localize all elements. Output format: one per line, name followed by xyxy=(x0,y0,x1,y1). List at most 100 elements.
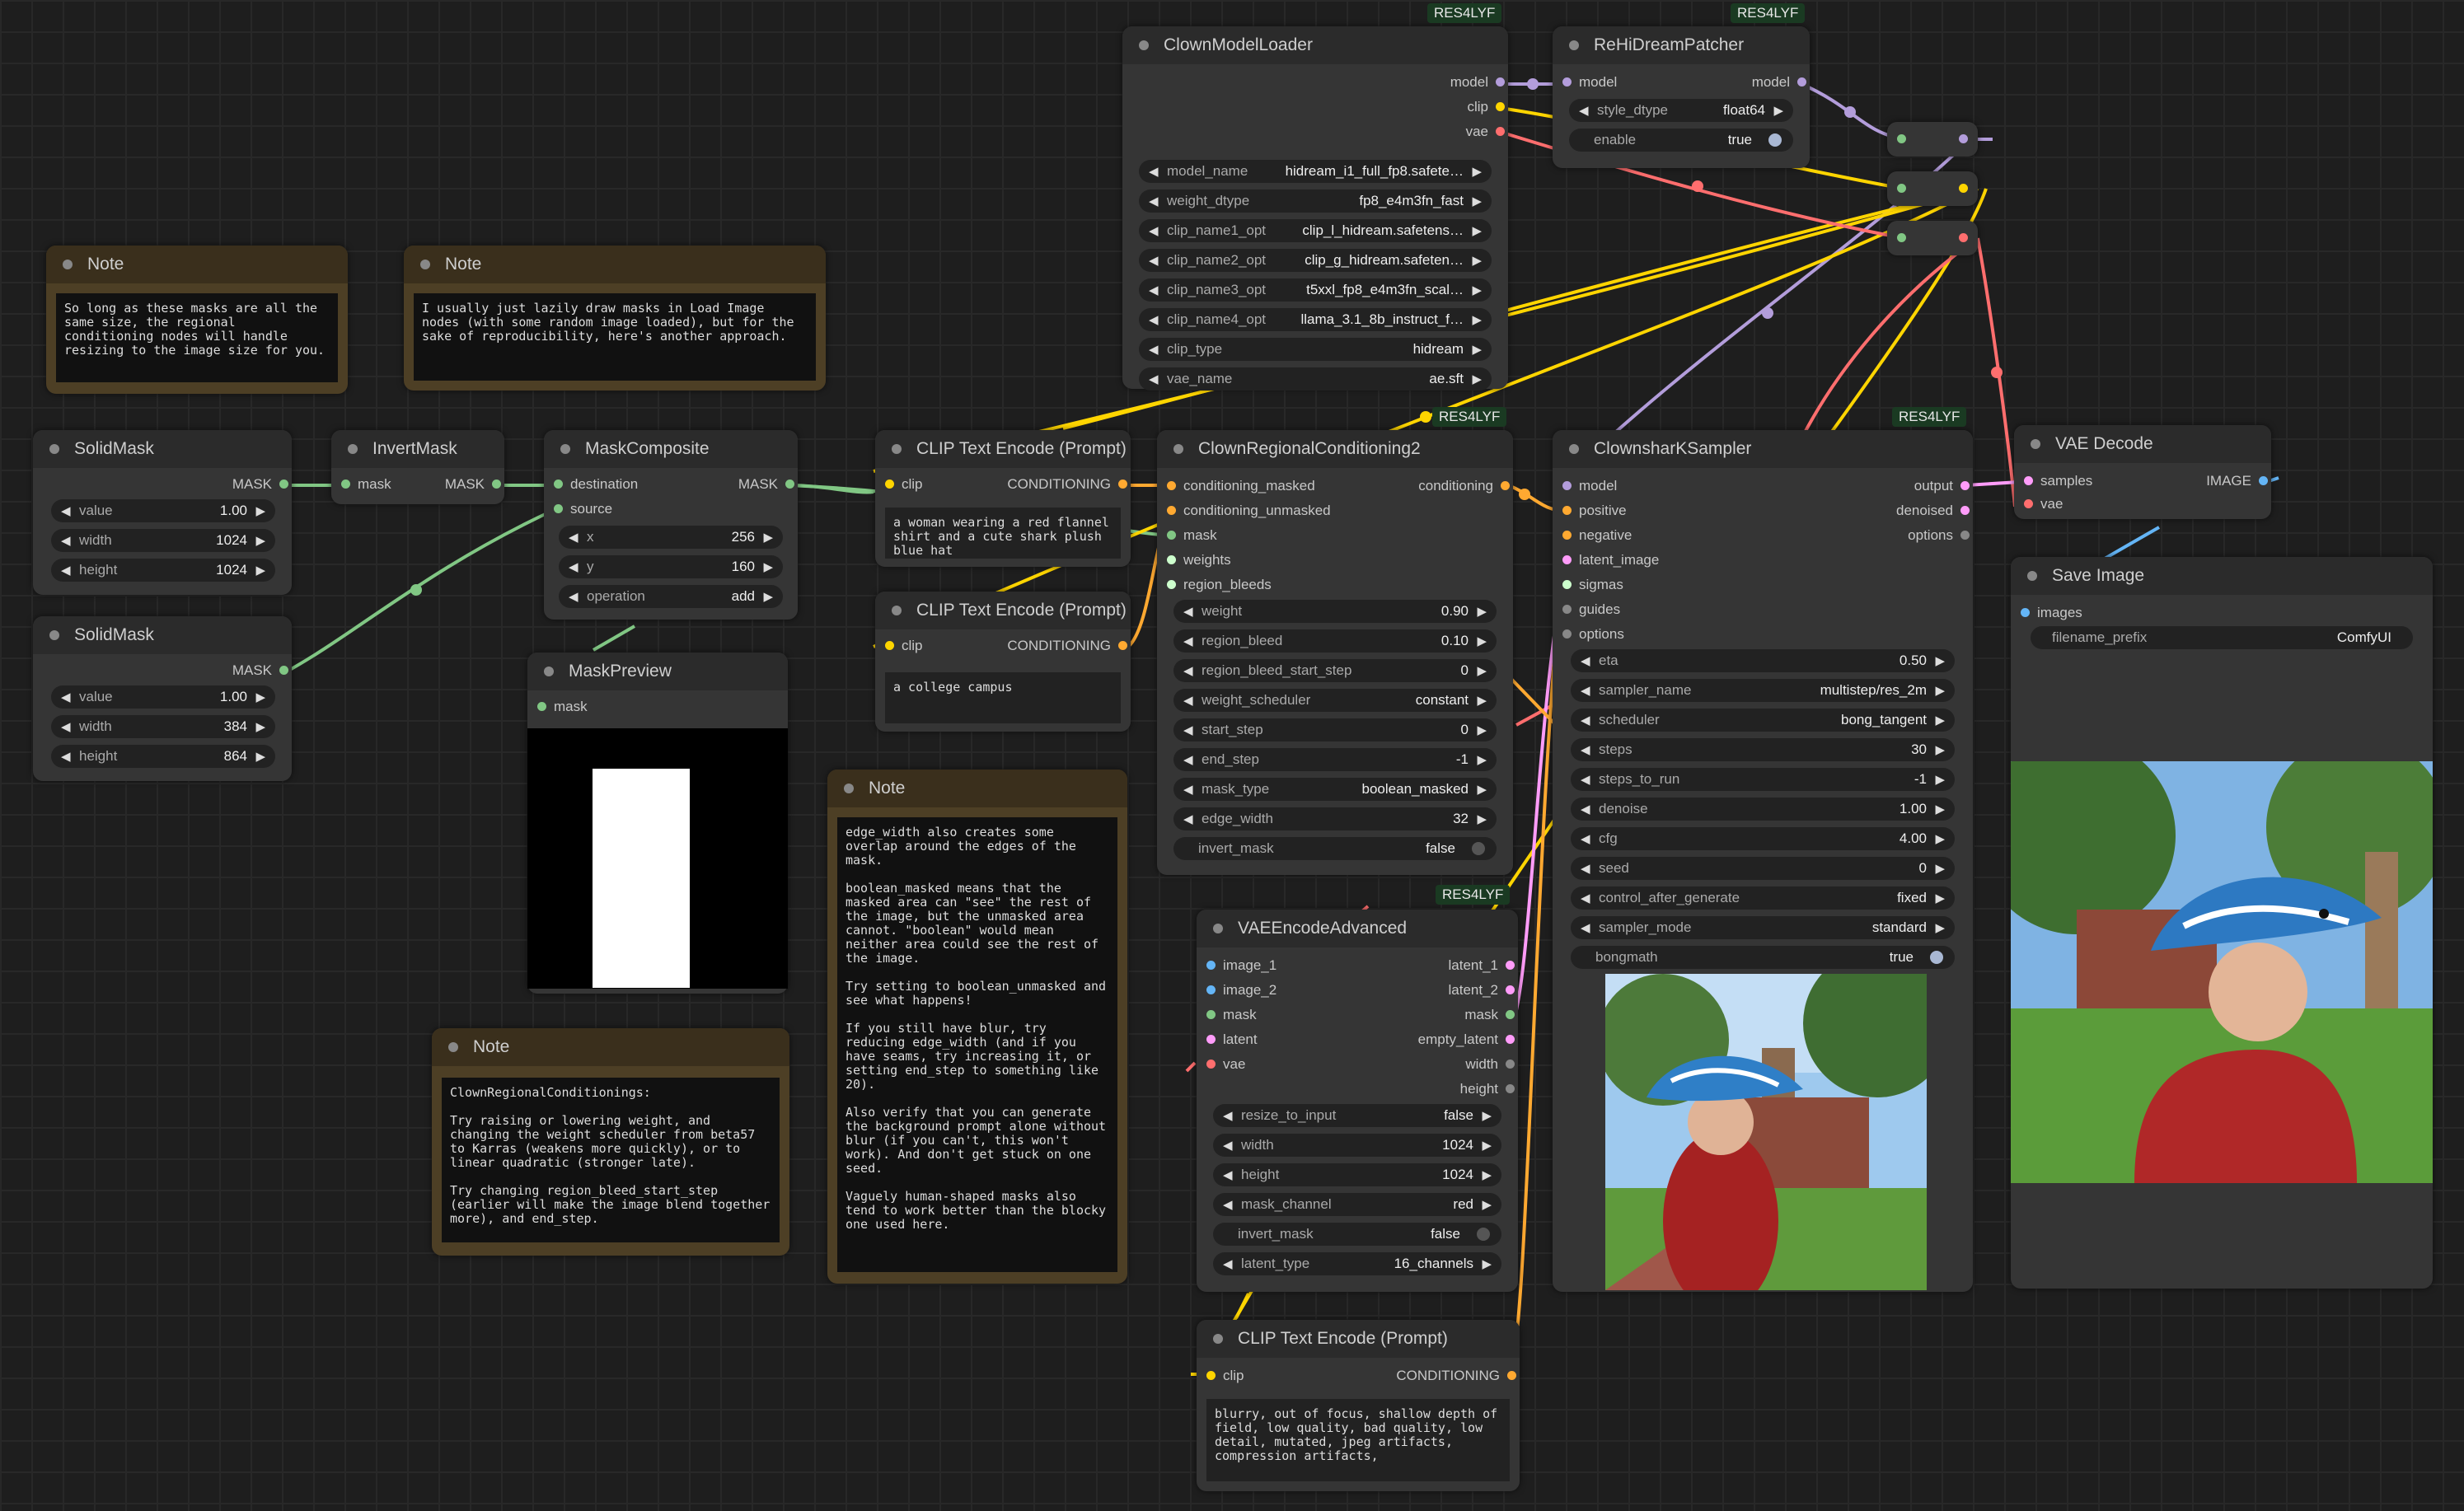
note-node-masks-size[interactable]: Note So long as these masks are all the … xyxy=(46,246,348,394)
cfg-widget[interactable]: cfg 4.00 xyxy=(1571,827,1955,850)
output-conditioning[interactable]: CONDITIONING xyxy=(1007,636,1131,656)
edge-width-widget[interactable]: edge_width 32 xyxy=(1173,807,1497,830)
input-dot[interactable] xyxy=(1206,985,1216,994)
reroute-clip[interactable] xyxy=(1887,171,1978,206)
input-samples[interactable]: samples xyxy=(2021,471,2092,491)
input-conditioning-masked[interactable]: conditioning_masked xyxy=(1164,476,1315,496)
node-title[interactable]: ClownRegionalConditioning2 xyxy=(1157,430,1513,468)
node-title[interactable]: InvertMask xyxy=(331,430,504,468)
note-text[interactable]: edge_width also creates some overlap aro… xyxy=(837,817,1117,1272)
input-dot[interactable] xyxy=(537,702,546,711)
input-dot[interactable] xyxy=(341,479,350,489)
toggle-knob[interactable] xyxy=(1930,951,1943,964)
output-dot[interactable] xyxy=(492,479,501,489)
input-positive[interactable]: positive xyxy=(1559,501,1627,521)
start-step-widget[interactable]: start_step 0 xyxy=(1173,718,1497,741)
input-dot[interactable] xyxy=(1167,580,1176,589)
input-dot[interactable] xyxy=(1167,531,1176,540)
output-dot[interactable] xyxy=(1960,531,1970,540)
output-dot[interactable] xyxy=(785,479,794,489)
input-model[interactable]: model xyxy=(1559,476,1617,496)
output-dot[interactable] xyxy=(1507,1371,1516,1380)
toggle-knob[interactable] xyxy=(1472,842,1485,855)
output-model[interactable]: model xyxy=(1752,73,1810,92)
control-after-generate-widget[interactable]: control_after_generate fixed xyxy=(1571,886,1955,910)
input-dot[interactable] xyxy=(2024,499,2033,508)
note-node-draw-masks[interactable]: Note I usually just lazily draw masks in… xyxy=(404,246,826,391)
seed-widget[interactable]: seed 0 xyxy=(1571,857,1955,880)
input-dot[interactable] xyxy=(1562,605,1572,614)
output-options[interactable]: options xyxy=(1908,526,1973,545)
reroute-input[interactable] xyxy=(1897,233,1906,242)
steps-to-run-widget[interactable]: steps_to_run -1 xyxy=(1571,768,1955,791)
reroute-model[interactable] xyxy=(1887,122,1978,157)
vae-encode-advanced-node[interactable]: VAEEncodeAdvanced image_1 image_2 mask l… xyxy=(1197,910,1518,1292)
input-vae[interactable]: vae xyxy=(2021,494,2063,514)
input-dot[interactable] xyxy=(1206,1035,1216,1044)
region-bleed-start-step-widget[interactable]: region_bleed_start_step 0 xyxy=(1173,659,1497,682)
clownshark-sampler-node[interactable]: ClownsharKSampler model positive negativ… xyxy=(1553,430,1973,1292)
node-title[interactable]: Note xyxy=(404,246,826,283)
node-title[interactable]: Save Image xyxy=(2011,557,2433,595)
note-node-regional-tips[interactable]: Note ClownRegionalConditionings: Try rai… xyxy=(432,1028,789,1256)
input-dot[interactable] xyxy=(1562,506,1572,515)
output-latent-1[interactable]: latent_1 xyxy=(1449,956,1519,975)
node-title[interactable]: MaskComposite xyxy=(544,430,798,468)
maskcomposite-node[interactable]: MaskComposite destination source MASK x 2… xyxy=(544,430,798,620)
mask-channel-widget[interactable]: mask_channel red xyxy=(1213,1193,1501,1216)
input-dot[interactable] xyxy=(1562,580,1572,589)
output-conditioning[interactable]: CONDITIONING xyxy=(1396,1366,1520,1386)
input-sigmas[interactable]: sigmas xyxy=(1559,575,1623,595)
input-dot[interactable] xyxy=(1206,961,1216,970)
input-model[interactable]: model xyxy=(1559,73,1617,92)
reroute-output[interactable] xyxy=(1959,134,1968,143)
output-vae[interactable]: vae xyxy=(1466,122,1508,142)
output-denoised[interactable]: denoised xyxy=(1896,501,1973,521)
invert-mask-toggle[interactable]: invert_mask false xyxy=(1173,837,1497,860)
node-title[interactable]: CLIP Text Encode (Prompt) xyxy=(1197,1320,1520,1358)
scheduler-widget[interactable]: scheduler bong_tangent xyxy=(1571,709,1955,732)
input-dot[interactable] xyxy=(1167,481,1176,490)
model-name-widget[interactable]: model_name hidream_i1_full_fp8.safete… xyxy=(1139,160,1492,183)
output-mask[interactable]: mask xyxy=(1464,1005,1518,1025)
clip-text-encode-node-3[interactable]: CLIP Text Encode (Prompt) clip CONDITION… xyxy=(1197,1320,1520,1491)
input-dot[interactable] xyxy=(554,504,563,513)
output-dot[interactable] xyxy=(1118,479,1127,489)
note-node-edge-width[interactable]: Note edge_width also creates some overla… xyxy=(827,770,1127,1284)
input-latent-image[interactable]: latent_image xyxy=(1559,550,1659,570)
output-image[interactable]: IMAGE xyxy=(2206,471,2271,491)
output-dot[interactable] xyxy=(2259,476,2268,485)
enable-toggle[interactable]: enable true xyxy=(1569,129,1793,152)
input-mask[interactable]: mask xyxy=(1164,526,1217,545)
input-dot[interactable] xyxy=(2021,608,2030,617)
input-clip[interactable]: clip xyxy=(1203,1366,1244,1386)
width-widget[interactable]: width 1024 xyxy=(1213,1134,1501,1157)
reroute-output[interactable] xyxy=(1959,184,1968,193)
height-widget[interactable]: height 1024 xyxy=(51,559,275,582)
node-title[interactable]: MaskPreview xyxy=(527,653,788,690)
latent-type-widget[interactable]: latent_type 16_channels xyxy=(1213,1252,1501,1275)
input-mask[interactable]: mask xyxy=(1203,1005,1257,1025)
output-height[interactable]: height xyxy=(1460,1079,1518,1099)
output-dot[interactable] xyxy=(1506,1010,1515,1019)
width-widget[interactable]: width 384 xyxy=(51,715,275,738)
value-widget[interactable]: value 1.00 xyxy=(51,499,275,522)
input-destination[interactable]: destination xyxy=(550,475,638,494)
invert-mask-toggle[interactable]: invert_mask false xyxy=(1213,1223,1501,1246)
maskpreview-node[interactable]: MaskPreview mask xyxy=(527,653,788,994)
weight-widget[interactable]: weight 0.90 xyxy=(1173,600,1497,623)
output-output[interactable]: output xyxy=(1914,476,1973,496)
output-conditioning[interactable]: CONDITIONING xyxy=(1007,475,1131,494)
note-text[interactable]: I usually just lazily draw masks in Load… xyxy=(414,293,816,381)
node-title[interactable]: ClownsharKSampler xyxy=(1553,430,1973,468)
clip-name2-widget[interactable]: clip_name2_opt clip_g_hidream.safeten… xyxy=(1139,249,1492,272)
steps-widget[interactable]: steps 30 xyxy=(1571,738,1955,761)
region-bleed-widget[interactable]: region_bleed 0.10 xyxy=(1173,629,1497,653)
height-widget[interactable]: height 864 xyxy=(51,745,275,768)
denoise-widget[interactable]: denoise 1.00 xyxy=(1571,798,1955,821)
toggle-knob[interactable] xyxy=(1477,1228,1490,1241)
resize-to-input-widget[interactable]: resize_to_input false xyxy=(1213,1104,1501,1127)
input-image-1[interactable]: image_1 xyxy=(1203,956,1277,975)
value-widget[interactable]: value 1.00 xyxy=(51,685,275,709)
input-clip[interactable]: clip xyxy=(882,636,923,656)
